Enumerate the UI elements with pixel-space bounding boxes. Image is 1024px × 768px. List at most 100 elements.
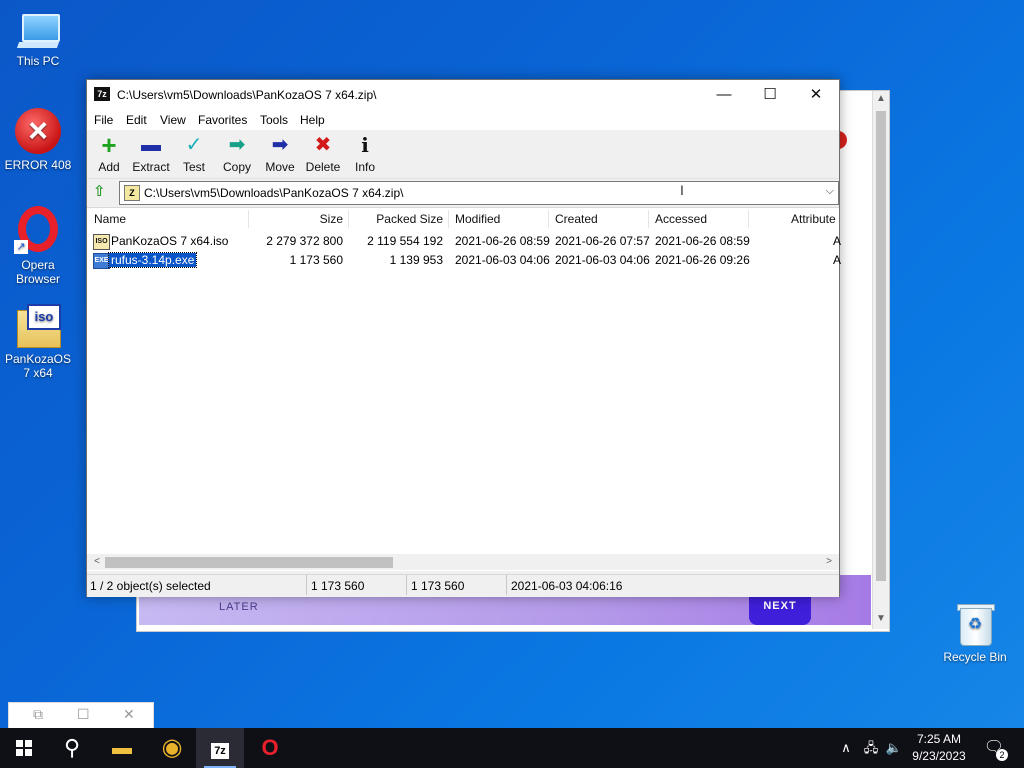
address-bar[interactable]: Z C:\Users\vm5\Downloads\PanKozaOS 7 x64… [119,181,839,205]
table-row[interactable]: ISO PanKozaOS 7 x64.iso 2 279 372 800 2 … [87,232,841,251]
folder-icon[interactable]: ▬ [98,728,146,768]
notification-count-badge: 2 [996,749,1008,761]
windows-logo-icon [16,740,32,756]
file-name: rufus-3.14p.exe [107,252,198,268]
toolbar-label: Extract [132,160,170,174]
horizontal-scrollbar[interactable]: < > [87,554,839,570]
copy-button[interactable]: ➡ Copy [215,134,259,178]
toolbar-label: Add [98,160,120,174]
column-size[interactable]: Size [249,208,343,230]
file-created: 2021-06-03 04:06 [555,253,650,267]
add-button[interactable]: + Add [87,130,131,178]
desktop-icon-recycle-bin[interactable]: ♻ Recycle Bin [937,602,1013,664]
title-bar[interactable]: 7z C:\Users\vm5\Downloads\PanKozaOS 7 x6… [87,80,839,110]
status-bar: 1 / 2 object(s) selected 1 173 560 1 173… [87,574,839,597]
sevenzip-window: 7z C:\Users\vm5\Downloads\PanKozaOS 7 x6… [86,79,842,597]
close-icon: ✕ [123,706,135,722]
chrome-icon[interactable]: ◉ [148,728,196,768]
file-size: 2 279 372 800 [266,234,343,248]
address-row: ⇧ Z C:\Users\vm5\Downloads\PanKozaOS 7 x… [87,180,839,206]
desktop-icon-label: PanKozaOS 7 x64 [4,352,72,380]
dialog-vertical-scrollbar[interactable]: ▲ ▼ [872,91,889,629]
later-button[interactable]: LATER [219,601,259,613]
window-title: C:\Users\vm5\Downloads\PanKozaOS 7 x64.z… [117,88,377,102]
search-icon[interactable]: ⚲ [48,728,96,768]
menu-bar: File Edit View Favorites Tools Help [87,110,839,130]
status-selection: 1 / 2 object(s) selected [90,579,211,593]
clock-time: 7:25 AM [916,732,962,746]
menu-favorites[interactable]: Favorites [198,113,247,127]
sevenzip-icon: 7z [211,743,229,759]
network-icon[interactable]: 🖧 [860,728,882,768]
toolbar: + Add ▬ Extract ✓ Test ➡ Copy ➡ Move ✖ D… [87,130,839,179]
scroll-down-icon[interactable]: ▼ [873,611,889,627]
file-packed-size: 1 139 953 [389,253,443,267]
maximize-button[interactable]: ☐ [747,80,793,110]
sevenzip-taskbar-button[interactable]: 7z [196,728,244,768]
up-folder-icon[interactable]: ⇧ [93,184,109,200]
toolbar-label: Move [265,160,295,174]
column-attributes[interactable]: Attribute [791,208,836,230]
desktop-icon-this-pc[interactable]: This PC [0,12,76,68]
delete-button[interactable]: ✖ Delete [301,134,345,178]
recycle-bin-icon: ♻ [956,602,995,646]
scroll-right-icon[interactable]: > [821,554,837,570]
taskbar: ⚲ ▬ ◉ 7z O ∧ 🖧 🔈 7:25 AM 9/23/2023 🗨 2 [0,728,1024,768]
opera-icon: ↗ [14,206,62,254]
menu-edit[interactable]: Edit [126,113,147,127]
menu-file[interactable]: File [94,113,113,127]
desktop-icon-opera[interactable]: ↗ Opera Browser [0,206,76,286]
exe-file-icon: EXE [93,253,110,269]
column-packed-size[interactable]: Packed Size [349,208,443,230]
restore-icon: ⧉ [33,706,43,722]
toolbar-label: Copy [222,160,251,174]
start-button[interactable] [0,728,48,768]
move-button[interactable]: ➡ Move [258,134,302,178]
desktop-icon-label: Recycle Bin [943,650,1007,664]
iso-file-icon: ISO [93,234,110,250]
opera-taskbar-icon[interactable]: O [246,728,294,768]
desktop-icon-pankozaos[interactable]: iso PanKozaOS 7 x64 [0,304,76,380]
scroll-thumb[interactable] [876,111,886,581]
toolbar-label: Test [182,160,205,174]
desktop-icon-error-408[interactable]: × ERROR 408 [0,108,76,172]
file-packed-size: 2 119 554 192 [367,234,443,248]
desktop-icon-label: ERROR 408 [4,158,72,172]
plus-icon: + [101,130,117,160]
scroll-thumb[interactable] [105,557,393,568]
clock-date: 9/23/2023 [912,749,966,763]
sevenzip-app-icon: 7z [94,87,110,101]
notification-center-button[interactable]: 🗨 2 [982,736,1008,761]
menu-tools[interactable]: Tools [260,113,288,127]
close-button[interactable]: ✕ [793,80,839,110]
menu-view[interactable]: View [160,113,186,127]
computer-icon [16,12,60,50]
file-attributes: A [833,253,842,267]
table-row-selected[interactable]: EXE rufus-3.14p.exe 1 173 560 1 139 953 … [87,251,842,270]
file-list[interactable]: Name Size Packed Size Modified Created A… [87,207,842,571]
column-name[interactable]: Name [94,208,126,230]
minimize-button[interactable]: — [701,80,747,110]
zip-archive-icon: Z [124,185,140,201]
menu-help[interactable]: Help [300,113,325,127]
scroll-up-icon[interactable]: ▲ [873,91,889,107]
clock[interactable]: 7:25 AM 9/23/2023 [906,731,972,765]
delete-x-icon: ✖ [314,134,332,156]
extract-button[interactable]: ▬ Extract [129,134,173,178]
volume-muted-icon[interactable]: 🔈 [884,728,904,768]
column-accessed[interactable]: Accessed [655,208,707,230]
file-created: 2021-06-26 07:57 [555,234,650,248]
info-icon: i [361,133,369,157]
status-size: 1 173 560 [311,579,365,593]
status-date: 2021-06-03 04:06:16 [511,579,623,593]
column-modified[interactable]: Modified [455,208,500,230]
chevron-down-icon[interactable]: ⌵ [826,185,834,198]
scroll-left-icon[interactable]: < [89,554,105,570]
test-button[interactable]: ✓ Test [172,134,216,178]
move-arrow-icon: ➡ [271,134,289,156]
maximize-icon: ☐ [77,706,90,722]
tray-chevron-icon[interactable]: ∧ [836,728,856,768]
status-packed-size: 1 173 560 [411,579,465,593]
info-button[interactable]: i Info [343,134,387,178]
column-created[interactable]: Created [555,208,598,230]
